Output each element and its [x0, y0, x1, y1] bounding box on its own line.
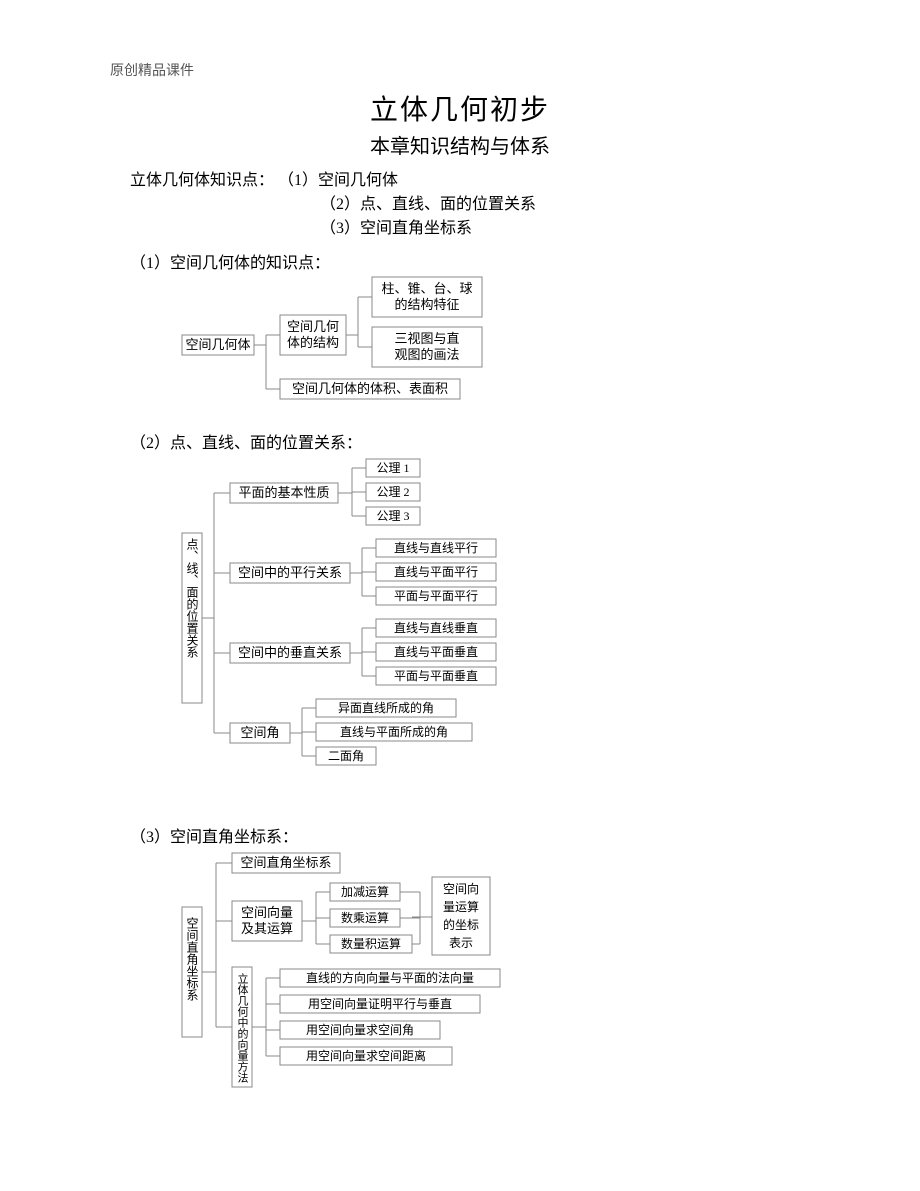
d2-b3c1: 直线与直线垂直 — [394, 621, 478, 635]
intro-item-2: （2）点、直线、面的位置关系 — [320, 193, 810, 217]
intro-item-1: （1）空间几何体 — [278, 172, 398, 189]
d3-t2r1: 空间向 — [443, 881, 479, 896]
d1-l1b: 的结构特征 — [394, 297, 459, 312]
d1-l2b: 观图的画法 — [394, 347, 459, 362]
diagram-3: 空间直角坐标系 空间直角坐标系 空间向量 及其运算 加减运算 数乘运算 数量积运… — [180, 847, 540, 1097]
d1-l1a: 柱、锥、台、球 — [381, 281, 472, 296]
d2-b4: 空间角 — [240, 725, 279, 740]
d2-b4c1: 异面直线所成的角 — [338, 700, 434, 715]
d2-b1c3: 公理 3 — [376, 509, 409, 523]
d3-t3c2: 用空间向量证明平行与垂直 — [308, 996, 452, 1011]
d2-b2c1: 直线与直线平行 — [394, 541, 478, 555]
d2-b1c2: 公理 2 — [376, 485, 409, 499]
intro-lead: 立体几何体知识点： — [130, 172, 274, 189]
section-2-head: （2）点、直线、面的位置关系： — [130, 429, 810, 453]
section-1-head: （1）空间几何体的知识点： — [130, 249, 810, 273]
d3-t2c2: 数乘运算 — [341, 910, 389, 925]
d2-b3: 空间中的垂直关系 — [238, 645, 342, 660]
d2-b3c2: 直线与平面垂直 — [394, 645, 478, 659]
d3-root: 空间直角坐标系 — [185, 917, 199, 1001]
d3-t2c1: 加减运算 — [341, 884, 389, 899]
d1-root: 空间几何体 — [185, 337, 250, 352]
d3-t2r4: 表示 — [449, 936, 473, 950]
section-3-head: （3）空间直角坐标系： — [130, 823, 810, 847]
d1-n1a: 空间几何 — [287, 319, 339, 334]
d3-t2b: 及其运算 — [241, 921, 293, 936]
d2-b2c2: 直线与平面平行 — [394, 565, 478, 579]
d1-n1b: 体的结构 — [287, 335, 339, 350]
d3-t1: 空间直角坐标系 — [240, 855, 331, 870]
d2-b2: 空间中的平行关系 — [238, 565, 342, 580]
intro-item-3: （3）空间直角坐标系 — [320, 217, 810, 241]
diagram-1: 空间几何体 空间几何 体的结构 空间几何体的体积、表面积 柱、锥、台、球 的结构… — [180, 271, 510, 421]
d3-t2r2: 量运算 — [443, 899, 479, 914]
intro: 立体几何体知识点： （1）空间几何体 （2）点、直线、面的位置关系 （3）空间直… — [130, 169, 810, 241]
d2-b2c3: 平面与平面平行 — [394, 589, 478, 603]
diagram-2: 点、线、面的位置关系 平面的基本性质 公理 1 公理 2 公理 3 空间中的平行… — [180, 453, 510, 783]
title: 立体几何初步 — [110, 88, 810, 128]
d3-t3c4: 用空间向量求空间距离 — [306, 1048, 426, 1063]
d2-b1c1: 公理 1 — [376, 461, 409, 475]
d3-t2a: 空间向量 — [241, 905, 293, 920]
d2-b1: 平面的基本性质 — [238, 485, 329, 500]
d3-t2r3: 的坐标 — [443, 917, 479, 932]
d1-l2a: 三视图与直 — [394, 331, 459, 346]
page: 原创精品课件 立体几何初步 本章知识结构与体系 立体几何体知识点： （1）空间几… — [0, 0, 920, 1191]
d3-t3c1: 直线的方向向量与平面的法向量 — [306, 970, 474, 985]
d3-t2c3: 数量积运算 — [341, 936, 401, 951]
d3-t3c3: 用空间向量求空间角 — [306, 1022, 414, 1037]
d2-root: 点、线、面的位置关系 — [185, 538, 199, 658]
d3-t3: 立体几何中的向量方法 — [236, 972, 249, 1083]
subtitle: 本章知识结构与体系 — [110, 130, 810, 159]
d2-b4c3: 二面角 — [328, 749, 364, 763]
d2-b3c3: 平面与平面垂直 — [394, 669, 478, 683]
d1-n2: 空间几何体的体积、表面积 — [292, 381, 448, 396]
d2-b4c2: 直线与平面所成的角 — [340, 724, 448, 739]
page-header: 原创精品课件 — [110, 60, 810, 80]
